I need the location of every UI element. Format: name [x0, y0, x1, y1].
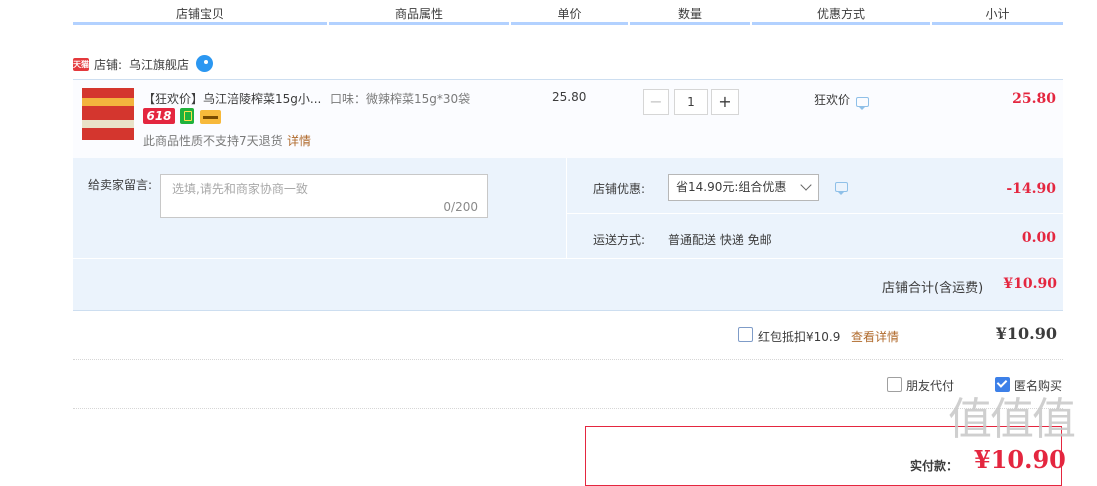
anonymous-purchase-checkbox[interactable] [995, 377, 1010, 392]
seller-message-textarea[interactable]: 选填,请先和商家协商一致 0/200 [160, 174, 488, 218]
promo-618-badge: 618 [143, 108, 175, 124]
credit-card-icon [200, 110, 221, 124]
shop-discount-label: 店铺优惠: [593, 182, 646, 196]
product-title-link[interactable]: 【狂欢价】乌江涪陵榨菜15g小... [143, 90, 321, 107]
row-divider [73, 408, 1063, 410]
column-header-discount: 优惠方式 [752, 0, 930, 25]
panel-divider [566, 158, 567, 258]
friend-pay-label: 朋友代付 [906, 379, 955, 393]
quantity-increase-button[interactable]: + [711, 89, 739, 115]
return-policy-note: 此商品性质不支持7天退货 [143, 134, 283, 148]
unit-price: 25.80 [552, 90, 587, 104]
message-label: 给卖家留言: [88, 178, 153, 192]
shop-total-label: 店铺合计(含运费) [882, 281, 984, 296]
column-header-item: 店铺宝贝 [73, 0, 327, 25]
tmall-badge-icon: 天猫 [73, 58, 89, 71]
discount-info-icon[interactable] [856, 97, 869, 110]
return-policy-detail-link[interactable]: 详情 [287, 132, 311, 149]
quantity-decrease-button[interactable]: − [643, 89, 669, 115]
order-total-amount: ¥10.90 [995, 324, 1057, 343]
message-placeholder: 选填,请先和商家协商一致 [172, 182, 308, 196]
column-header-quantity: 数量 [630, 0, 750, 25]
shop-total-amount: ¥10.90 [1003, 276, 1057, 292]
payment-label: 实付款： [910, 459, 959, 473]
column-header-subtotal: 小计 [932, 0, 1063, 25]
red-packet-detail-link[interactable]: 查看详情 [851, 328, 899, 345]
item-subtotal: 25.80 [1012, 91, 1056, 107]
panel-divider [73, 258, 1063, 259]
shipping-method: 普通配送 快递 免邮 [668, 233, 772, 247]
friend-pay-checkbox[interactable] [887, 377, 902, 392]
shipping-label: 运送方式: [593, 233, 646, 247]
shop-discount-select[interactable]: 省14.90元:组合优惠 [668, 174, 819, 201]
wangwang-chat-icon[interactable] [196, 55, 213, 72]
service-guarantee-icon [180, 108, 194, 124]
chevron-down-icon [800, 179, 812, 191]
panel-divider [567, 213, 1063, 214]
column-header-unit-price: 单价 [511, 0, 628, 25]
row-divider [73, 359, 1063, 361]
shipping-amount: 0.00 [1021, 230, 1056, 246]
anonymous-purchase-label: 匿名购买 [1014, 379, 1063, 393]
discount-type-label: 狂欢价 [814, 93, 851, 107]
red-packet-label: 红包抵扣¥10.9 [758, 330, 841, 344]
red-packet-checkbox[interactable] [738, 327, 753, 342]
shop-label: 店铺: [94, 58, 123, 72]
shop-name-link[interactable]: 乌江旗舰店 [129, 56, 189, 73]
site-watermark: 值值值 [948, 394, 1076, 445]
product-thumbnail[interactable] [82, 88, 134, 140]
shop-discount-amount: -14.90 [1006, 181, 1056, 197]
shop-discount-selected: 省14.90元:组合优惠 [676, 180, 787, 194]
product-attribute: 口味：微辣榨菜15g*30袋 [330, 92, 471, 106]
column-header-attributes: 商品属性 [329, 0, 509, 25]
quantity-input[interactable]: 1 [674, 89, 708, 115]
message-char-counter: 0/200 [443, 200, 478, 214]
payment-amount: ¥10.90 [974, 445, 1066, 474]
discount-info-icon[interactable] [835, 182, 848, 195]
